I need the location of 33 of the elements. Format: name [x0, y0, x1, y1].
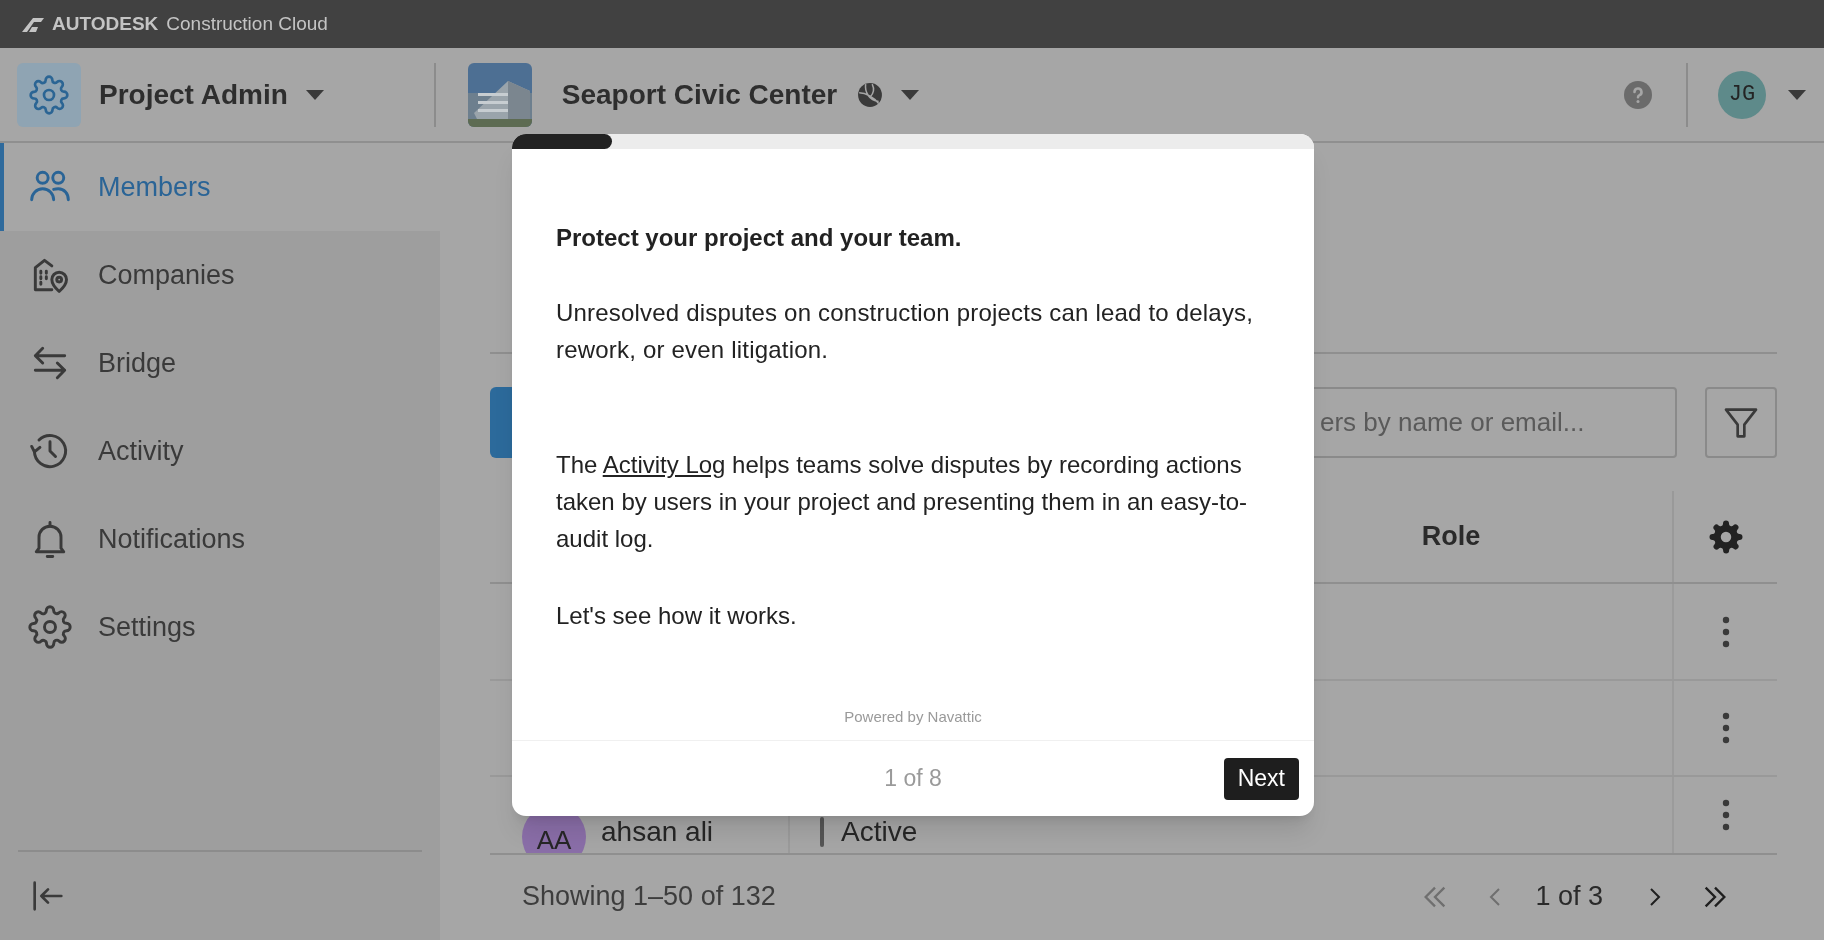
tour-title: Protect your project and your team.: [556, 223, 963, 253]
column-header: Role: [1421, 520, 1481, 554]
sidebar-item[interactable]: Members: [0, 143, 440, 231]
more-options-icon[interactable]: [1721, 615, 1730, 648]
user-avatar[interactable]: JG: [1718, 70, 1766, 119]
caret-icon[interactable]: [305, 89, 324, 100]
powered-by-text: Powered by Navattic: [844, 707, 982, 727]
avatar-initials: AA: [536, 827, 572, 853]
status-text: Active: [841, 817, 918, 847]
settings-icon: [28, 605, 72, 649]
project-name: Seaport Civic Center: [561, 77, 838, 112]
brand-name: AUTODESK: [52, 11, 159, 36]
tour-paragraph: Let's see how it works.: [556, 601, 798, 631]
tour-paragraph: The Activity Log helps teams solve disputes by recording actions taken by users in your project and presenting them in an easy-to-audit log.: [556, 450, 1249, 554]
logo-icon: [20, 15, 46, 33]
tour-paragraph: Unresolved disputes on construction projects can lead to delays, rework, or even litigation.: [556, 298, 1255, 365]
caret-icon[interactable]: [1788, 89, 1806, 100]
activity-log-link[interactable]: Activity Log: [602, 451, 726, 478]
caret-icon[interactable]: [901, 89, 920, 100]
results-summary: Showing 1–50 of 132: [522, 880, 776, 914]
settings-icon[interactable]: [1707, 518, 1744, 555]
settings-icon: [29, 74, 69, 115]
globe-icon: [857, 81, 884, 108]
filter-button[interactable]: [1705, 387, 1777, 458]
next-button[interactable]: Next: [1223, 757, 1299, 800]
more-options-icon[interactable]: [1721, 712, 1730, 744]
more-options-icon[interactable]: [1721, 799, 1730, 831]
product-name: Construction Cloud: [166, 11, 328, 36]
status-indicator: [820, 817, 824, 847]
step-counter: 1 of 8: [884, 764, 942, 794]
member-name: ahsan ali: [601, 817, 714, 847]
module-title: Project Admin: [99, 77, 288, 112]
page-indicator: 1 of 3: [1535, 880, 1603, 914]
